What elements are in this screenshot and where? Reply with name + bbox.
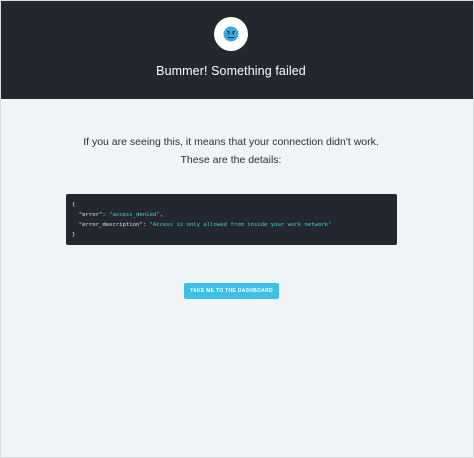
error-details-code: { "error": "access_denied", "error_descr… <box>66 194 397 245</box>
header-bar: Bummer! Something failed <box>1 1 473 99</box>
page-title: Bummer! Something failed <box>156 64 306 78</box>
code-description-key: "error_description" <box>78 222 143 228</box>
code-description-value: "Access is only allowed from inside your… <box>149 222 332 228</box>
code-error-line: "error": "access_denied", <box>78 212 163 218</box>
page-frame: Bummer! Something failed If you are seei… <box>0 0 474 458</box>
avatar <box>214 17 248 51</box>
code-error-key: "error" <box>78 212 103 218</box>
code-close-brace: } <box>72 232 76 238</box>
dashboard-button[interactable]: TAKE ME TO THE DASHBOARD <box>184 283 279 299</box>
error-message: If you are seeing this, it means that yo… <box>83 136 379 148</box>
code-error-value: "access_denied" <box>109 212 160 218</box>
details-intro: These are the details: <box>180 154 282 166</box>
code-open-brace: { <box>72 202 76 208</box>
code-description-line: "error_description": "Access is only all… <box>78 222 332 228</box>
worried-face-icon <box>223 26 239 42</box>
